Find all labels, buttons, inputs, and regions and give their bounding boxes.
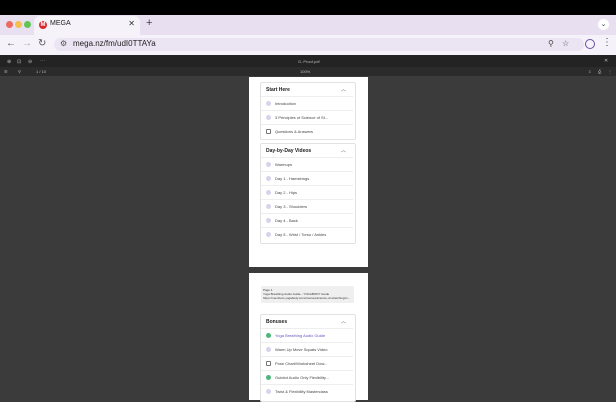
print-icon[interactable]: ⎙ xyxy=(598,69,601,74)
tab-title: MEGA xyxy=(50,20,71,27)
zoom-level[interactable]: 100% xyxy=(300,69,310,74)
browser-menu-icon[interactable]: ⋮ xyxy=(602,37,612,48)
viewer-link-icon[interactable]: ⊖ xyxy=(28,59,32,65)
item-label: Day 3 - Shoulders xyxy=(275,204,308,209)
item-label: Day 4 - Back xyxy=(275,218,298,223)
play-icon xyxy=(266,176,271,181)
section-title: Day-by-Day Videos xyxy=(266,148,312,154)
section-title: Bonuses xyxy=(266,319,288,325)
item-label: Day 2 - Hips xyxy=(275,190,298,195)
list-item[interactable]: Questions & Answers xyxy=(261,124,353,139)
pdf-filename: G..Proof.pdf xyxy=(298,59,320,64)
list-item[interactable]: Warmups xyxy=(261,157,353,172)
list-item[interactable]: Guided Audio Only Flexibility... xyxy=(261,370,353,385)
list-item[interactable]: Day 2 - Hips xyxy=(261,185,353,200)
page-indicator[interactable]: 1 / 10 xyxy=(36,69,46,74)
tab-search-icon[interactable]: ⌄ xyxy=(598,19,609,30)
reload-icon[interactable]: ↻ xyxy=(38,38,46,49)
item-label: Guided Audio Only Flexibility... xyxy=(275,375,329,380)
sidebar-toggle-icon[interactable]: ☰ xyxy=(4,69,8,74)
play-icon xyxy=(266,190,271,195)
maximize-window-icon[interactable] xyxy=(24,21,31,28)
list-item[interactable]: 3 Principles of Science of St... xyxy=(261,110,353,125)
address-bar[interactable]: ⚙ mega.nz/fm/udI0TTAYa ⚲ ☆ xyxy=(54,38,584,51)
profile-avatar[interactable] xyxy=(585,39,595,49)
bookmark-star-icon[interactable]: ☆ xyxy=(562,39,569,48)
list-item[interactable]: Warm Up Move Squats Video xyxy=(261,342,353,357)
download-icon[interactable]: ⇩ xyxy=(588,69,591,74)
zoom-icon[interactable]: ⚲ xyxy=(548,39,554,48)
play-icon xyxy=(266,162,271,167)
viewer-more-icon[interactable]: ⋯ xyxy=(40,58,45,64)
item-label: 3 Principles of Science of St... xyxy=(275,115,329,120)
play-icon xyxy=(266,347,271,352)
doc-icon xyxy=(266,361,271,366)
list-item[interactable]: Day 4 - Back xyxy=(261,213,353,228)
list-item[interactable]: Yoga Breathing Audio Guide xyxy=(261,328,353,343)
list-item[interactable]: Day 3 - Shoulders xyxy=(261,199,353,214)
mega-viewer-toolbar: ⊕ ⊡ ⊖ ⋯ G..Proof.pdf ✕ xyxy=(0,55,616,67)
pdf-toolbar: ☰ ⚲ 1 / 10 100% ⇩ ⎙ ⋮ xyxy=(0,67,616,76)
item-label: Warmups xyxy=(275,162,292,167)
play-icon xyxy=(266,232,271,237)
url-text[interactable]: mega.nz/fm/udI0TTAYa xyxy=(73,39,156,48)
chat-icon xyxy=(266,129,271,134)
os-top-strip xyxy=(0,0,616,15)
collapse-chevron-icon[interactable]: ︿ xyxy=(341,86,346,93)
item-label: Pose Chart/Worksheet Dow... xyxy=(275,361,328,366)
item-label: Day 5 - Wrist / Torso / Ankles xyxy=(275,232,327,237)
collapse-chevron-icon[interactable]: ︿ xyxy=(341,318,346,325)
minimize-window-icon[interactable] xyxy=(15,21,22,28)
item-label: Twist & Flexibility Masterclass xyxy=(275,389,328,394)
item-label: Questions & Answers xyxy=(275,129,314,134)
item-label: Introduction xyxy=(275,101,296,106)
pdf-more-icon[interactable]: ⋮ xyxy=(608,69,612,74)
play-icon xyxy=(266,218,271,223)
mega-favicon-icon: M xyxy=(39,21,47,29)
list-item[interactable]: Introduction xyxy=(261,96,353,111)
list-item[interactable]: Day 1 - Hamstrings xyxy=(261,171,353,186)
check-icon xyxy=(266,333,271,338)
back-icon[interactable]: ← xyxy=(6,38,16,49)
check-icon xyxy=(266,375,271,380)
item-label: Warm Up Move Squats Video xyxy=(275,347,328,352)
site-info-icon[interactable]: ⚙ xyxy=(60,39,67,48)
new-tab-button[interactable]: + xyxy=(146,17,152,29)
tab-close-icon[interactable]: ✕ xyxy=(128,19,135,28)
browser-tab[interactable]: M MEGA ✕ xyxy=(34,16,140,35)
search-icon[interactable]: ⚲ xyxy=(18,69,21,74)
section-title: Start Here xyxy=(266,87,290,93)
footer-page-url: https://members.yogabody.com/courses/sci… xyxy=(263,296,351,300)
play-icon xyxy=(266,115,271,120)
viewer-back-icon[interactable]: ⊕ xyxy=(7,59,11,65)
play-icon xyxy=(266,389,271,394)
list-item[interactable]: Twist & Flexibility Masterclass xyxy=(261,384,353,399)
play-icon xyxy=(266,101,271,106)
item-label: Day 1 - Hamstrings xyxy=(275,176,310,181)
list-item[interactable]: Pose Chart/Worksheet Dow... xyxy=(261,356,353,371)
forward-icon[interactable]: → xyxy=(22,38,32,49)
page-footer-box: Page 1 Yoga Breathing Audio Guide - YOGA… xyxy=(261,286,354,303)
viewer-close-icon[interactable]: ✕ xyxy=(604,58,608,64)
item-label: Yoga Breathing Audio Guide xyxy=(275,333,326,338)
viewer-info-icon[interactable]: ⊡ xyxy=(17,59,21,65)
close-window-icon[interactable] xyxy=(6,21,13,28)
play-icon xyxy=(266,204,271,209)
list-item[interactable]: Day 5 - Wrist / Torso / Ankles xyxy=(261,227,353,242)
collapse-chevron-icon[interactable]: ︿ xyxy=(341,147,346,154)
